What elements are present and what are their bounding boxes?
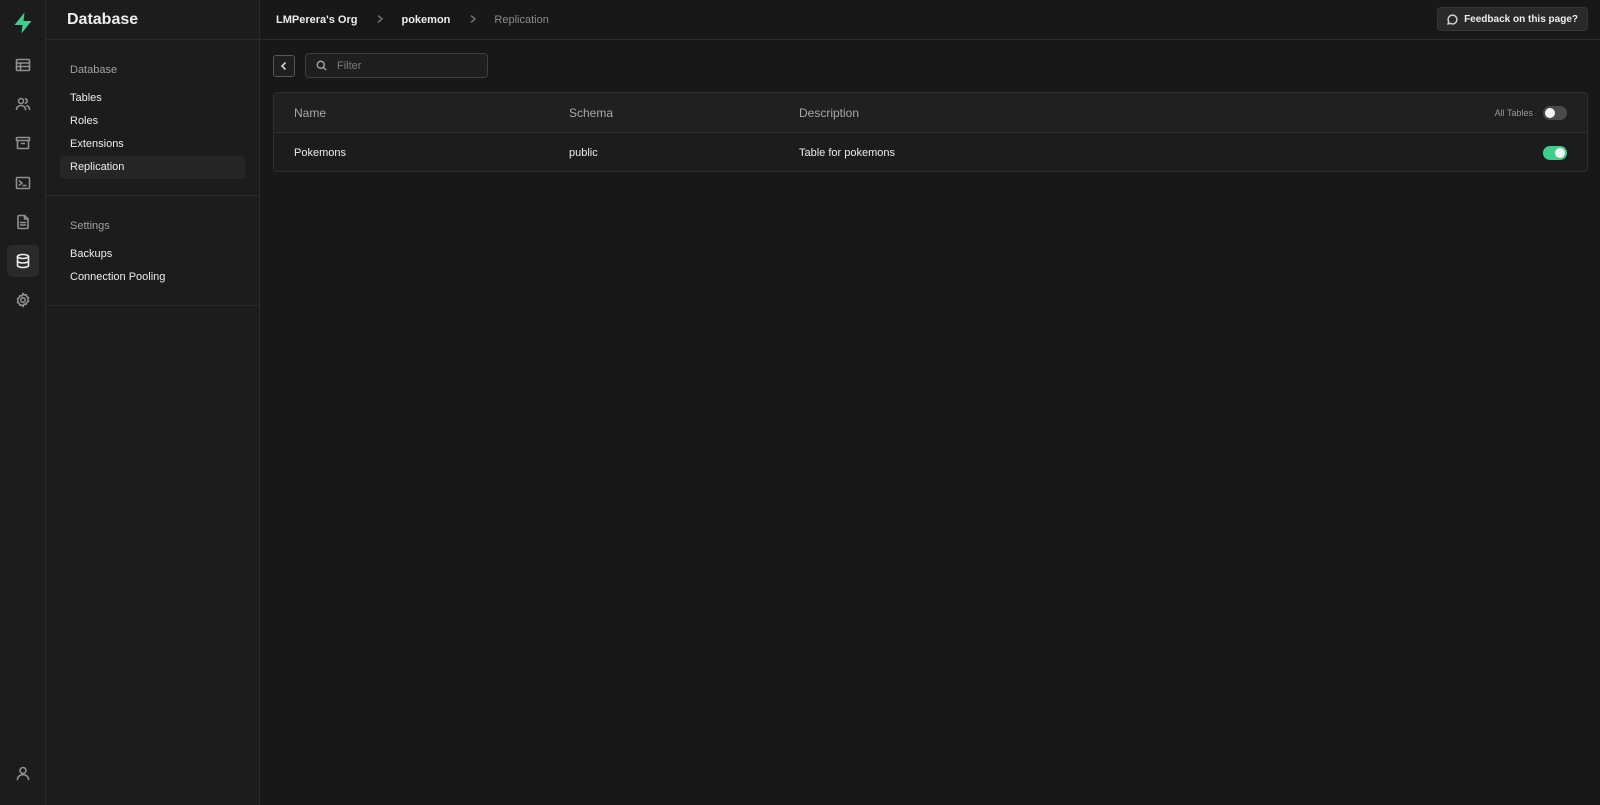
table-row: Pokemons public Table for pokemons [274, 133, 1587, 171]
row-schema: public [569, 146, 598, 159]
all-tables-toggle[interactable] [1543, 105, 1567, 120]
database-icon[interactable] [7, 245, 39, 277]
message-circle-icon [1447, 13, 1458, 25]
table-replication-toggle[interactable] [1543, 145, 1567, 160]
menu-section-title: Settings [70, 220, 110, 232]
supabase-logo-icon[interactable] [11, 11, 35, 35]
filter-field[interactable] [305, 53, 488, 78]
all-tables-control: All Tables [1495, 93, 1567, 132]
storage-icon[interactable] [7, 127, 39, 159]
column-header-schema: Schema [569, 105, 614, 120]
user-profile-icon[interactable] [7, 757, 39, 789]
document-icon[interactable] [7, 206, 39, 238]
menu-section-database: Database Tables Roles Extensions Replica… [46, 40, 259, 196]
icon-rail [0, 0, 46, 805]
table-editor-icon[interactable] [7, 49, 39, 81]
settings-icon[interactable] [7, 284, 39, 316]
row-toggle-cell [1543, 133, 1567, 171]
all-tables-label: All Tables [1494, 107, 1533, 118]
replication-tables-table: Name Schema Description All Tables Pokem… [273, 92, 1588, 172]
breadcrumb-org[interactable]: LMPerera's Org [276, 14, 357, 26]
search-icon [316, 60, 327, 71]
breadcrumb: LMPerera's Org pokemon Replication Feedb… [260, 0, 1600, 40]
menu-item-backups[interactable]: Backups [60, 243, 245, 266]
app-root: Database Database Tables Roles Extension… [0, 0, 1600, 805]
chevron-right-icon [468, 13, 478, 27]
users-icon[interactable] [7, 88, 39, 120]
menu-item-roles[interactable]: Roles [60, 110, 245, 133]
toggle-knob [1545, 107, 1555, 118]
menu-item-extensions[interactable]: Extensions [60, 133, 245, 156]
product-menu: Database Database Tables Roles Extension… [46, 0, 260, 805]
main-content: LMPerera's Org pokemon Replication Feedb… [260, 0, 1600, 805]
menu-section-title: Database [70, 64, 118, 76]
menu-title: Database [46, 0, 259, 40]
toggle-knob [1555, 147, 1565, 158]
row-name: Pokemons [294, 146, 346, 159]
back-button[interactable] [273, 54, 295, 77]
menu-item-replication[interactable]: Replication [60, 156, 245, 179]
table-header: Name Schema Description All Tables [274, 93, 1587, 133]
menu-section-settings: Settings Backups Connection Pooling [46, 196, 259, 306]
menu-item-connection-pooling[interactable]: Connection Pooling [60, 266, 245, 289]
chevron-left-icon [280, 61, 287, 70]
chevron-right-icon [375, 13, 385, 27]
table-toolbar [273, 53, 488, 78]
feedback-button[interactable]: Feedback on this page? [1437, 7, 1588, 31]
menu-item-tables[interactable]: Tables [60, 87, 245, 110]
breadcrumb-project[interactable]: pokemon [401, 14, 450, 26]
sql-terminal-icon[interactable] [7, 167, 39, 199]
filter-input[interactable] [337, 59, 477, 72]
column-header-name: Name [294, 105, 327, 120]
row-description: Table for pokemons [799, 146, 895, 159]
feedback-label: Feedback on this page? [1464, 13, 1578, 25]
breadcrumb-page: Replication [494, 13, 549, 26]
column-header-description: Description [799, 105, 860, 120]
